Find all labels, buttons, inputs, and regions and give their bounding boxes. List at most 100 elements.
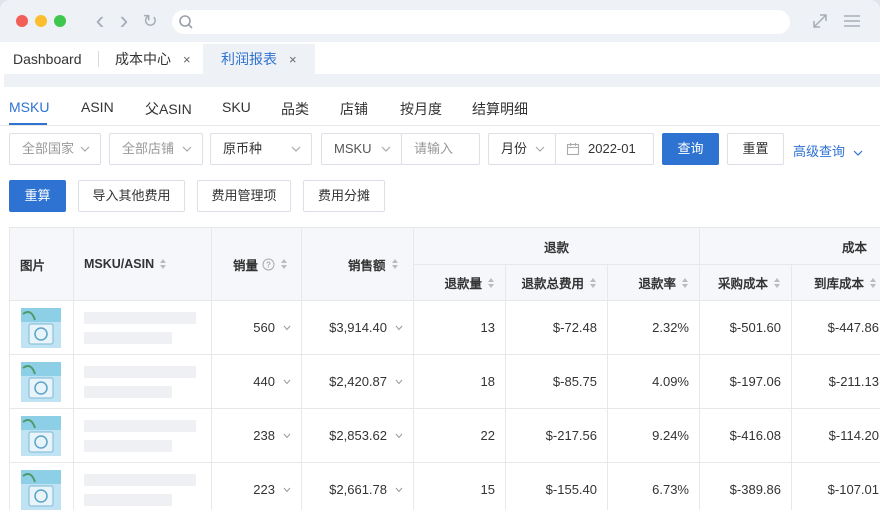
- cell-value: 22: [480, 428, 495, 443]
- product-thumbnail-image[interactable]: [21, 416, 61, 456]
- subtab-msku[interactable]: MSKU: [9, 99, 49, 115]
- col-refund-qty-header[interactable]: 退款量: [414, 265, 506, 301]
- country-select-value: 全部国家: [22, 141, 75, 156]
- help-icon[interactable]: ?: [262, 258, 275, 271]
- currency-select[interactable]: 原币种: [210, 133, 312, 165]
- refund-fee-cell: $-85.75: [506, 355, 608, 409]
- product-thumbnail-image[interactable]: [21, 308, 61, 348]
- table-row: [10, 409, 74, 463]
- reload-icon[interactable]: ↻: [140, 11, 160, 31]
- placeholder-bar: [84, 386, 172, 398]
- recalculate-button[interactable]: 重算: [9, 180, 66, 212]
- menu-icon[interactable]: [842, 11, 862, 31]
- col-purchase-cost-header[interactable]: 采购成本: [700, 265, 792, 301]
- store-select[interactable]: 全部店铺: [109, 133, 203, 165]
- subtab-store[interactable]: 店铺: [340, 99, 368, 119]
- sales-amount-cell[interactable]: $2,420.87: [302, 355, 414, 409]
- header-label: 销售额: [348, 258, 386, 273]
- col-msku-asin-header[interactable]: MSKU/ASIN: [74, 228, 212, 301]
- placeholder-bar: [84, 366, 196, 378]
- sales-amount-cell[interactable]: $3,914.40: [302, 301, 414, 355]
- back-arrow-icon[interactable]: ‹: [90, 7, 110, 33]
- subtab-sku[interactable]: SKU: [222, 99, 251, 115]
- cell-value: $-114.20: [828, 428, 879, 443]
- fee-allocation-button[interactable]: 费用分摊: [303, 180, 385, 212]
- inbound-cost-cell: $-107.01: [792, 463, 880, 510]
- subtab-category[interactable]: 品类: [281, 99, 309, 119]
- sort-icon[interactable]: [681, 277, 689, 289]
- sort-icon[interactable]: [391, 258, 399, 270]
- inbound-cost-cell: $-447.86: [792, 301, 880, 355]
- subtab-settlement[interactable]: 结算明细: [472, 99, 528, 119]
- field-type-select[interactable]: MSKU: [321, 133, 402, 165]
- address-bar[interactable]: [172, 10, 790, 34]
- cell-value: 15: [480, 482, 495, 497]
- chevron-down-icon: [291, 146, 301, 152]
- reset-button[interactable]: 重置: [727, 133, 784, 165]
- sort-icon[interactable]: [487, 277, 495, 289]
- subtab-asin[interactable]: ASIN: [81, 99, 114, 115]
- col-refund-rate-header[interactable]: 退款率: [608, 265, 700, 301]
- cell-value: 4.09%: [652, 374, 689, 389]
- import-fees-button[interactable]: 导入其他费用: [78, 180, 185, 212]
- close-icon[interactable]: ×: [183, 52, 191, 67]
- col-sales-amount-header[interactable]: 销售额: [302, 228, 414, 301]
- chevron-down-icon: [535, 146, 545, 152]
- product-thumbnail-image[interactable]: [21, 470, 61, 510]
- sort-icon[interactable]: [773, 277, 781, 289]
- sort-icon[interactable]: [589, 277, 597, 289]
- query-button[interactable]: 查询: [662, 133, 719, 165]
- header-label: 退款率: [638, 277, 676, 291]
- product-thumbnail-image[interactable]: [21, 362, 61, 402]
- header-label: 退款总费用: [521, 277, 584, 291]
- cell-value: 560: [253, 320, 275, 335]
- sales-qty-cell[interactable]: 560: [212, 301, 302, 355]
- keyword-input[interactable]: 请输入: [401, 133, 480, 165]
- header-label: 图片: [20, 258, 46, 273]
- tab-profit-report[interactable]: 利润报表 ×: [203, 44, 315, 74]
- subtab-parent-asin[interactable]: 父ASIN: [145, 99, 192, 119]
- table-row: [10, 301, 74, 355]
- sort-icon[interactable]: [159, 258, 167, 270]
- period-type-select[interactable]: 月份: [488, 133, 556, 165]
- sort-icon[interactable]: [280, 258, 288, 270]
- refund-rate-cell: 9.24%: [608, 409, 700, 463]
- col-refund-fee-header[interactable]: 退款总费用: [506, 265, 608, 301]
- refund-rate-cell: 2.32%: [608, 301, 700, 355]
- sales-amount-cell[interactable]: $2,853.62: [302, 409, 414, 463]
- fee-items-button[interactable]: 费用管理项: [197, 180, 291, 212]
- col-inbound-cost-header[interactable]: 到库成本: [792, 265, 880, 301]
- profit-table: 图片 MSKU/ASIN 销量 ? 销售额 退款 退款量 退款总费用 退款率 成…: [9, 227, 880, 510]
- placeholder-bar: [84, 420, 196, 432]
- tab-dashboard[interactable]: Dashboard: [13, 44, 82, 74]
- sales-amount-cell[interactable]: $2,661.78: [302, 463, 414, 510]
- inbound-cost-cell: $-114.20: [792, 409, 880, 463]
- expand-icon[interactable]: [810, 11, 830, 31]
- sales-qty-cell[interactable]: 238: [212, 409, 302, 463]
- country-select[interactable]: 全部国家: [9, 133, 101, 165]
- keyword-placeholder: 请输入: [414, 141, 454, 156]
- tab-cost-center[interactable]: 成本中心 ×: [115, 44, 191, 74]
- maximize-window-button[interactable]: [54, 15, 66, 27]
- close-window-button[interactable]: [16, 15, 28, 27]
- refund-fee-cell: $-217.56: [506, 409, 608, 463]
- advanced-query-link[interactable]: 高级查询: [793, 141, 863, 160]
- msku-asin-cell: [74, 409, 212, 463]
- msku-asin-cell: [74, 301, 212, 355]
- minimize-window-button[interactable]: [35, 15, 47, 27]
- chevron-down-icon: [395, 379, 403, 384]
- subtab-monthly[interactable]: 按月度: [400, 99, 442, 119]
- forward-arrow-icon[interactable]: ›: [114, 7, 134, 33]
- placeholder-bar: [84, 312, 196, 324]
- month-picker[interactable]: 2022-01: [555, 133, 654, 165]
- close-icon[interactable]: ×: [289, 52, 297, 67]
- field-type-value: MSKU: [334, 141, 372, 156]
- cell-value: 2.32%: [652, 320, 689, 335]
- sort-icon[interactable]: [869, 277, 877, 289]
- chevron-down-icon: [395, 487, 403, 493]
- col-sales-qty-header[interactable]: 销量 ?: [212, 228, 302, 301]
- sales-qty-cell[interactable]: 440: [212, 355, 302, 409]
- table-row: [10, 463, 74, 510]
- cell-value: $-85.75: [552, 374, 597, 389]
- sales-qty-cell[interactable]: 223: [212, 463, 302, 510]
